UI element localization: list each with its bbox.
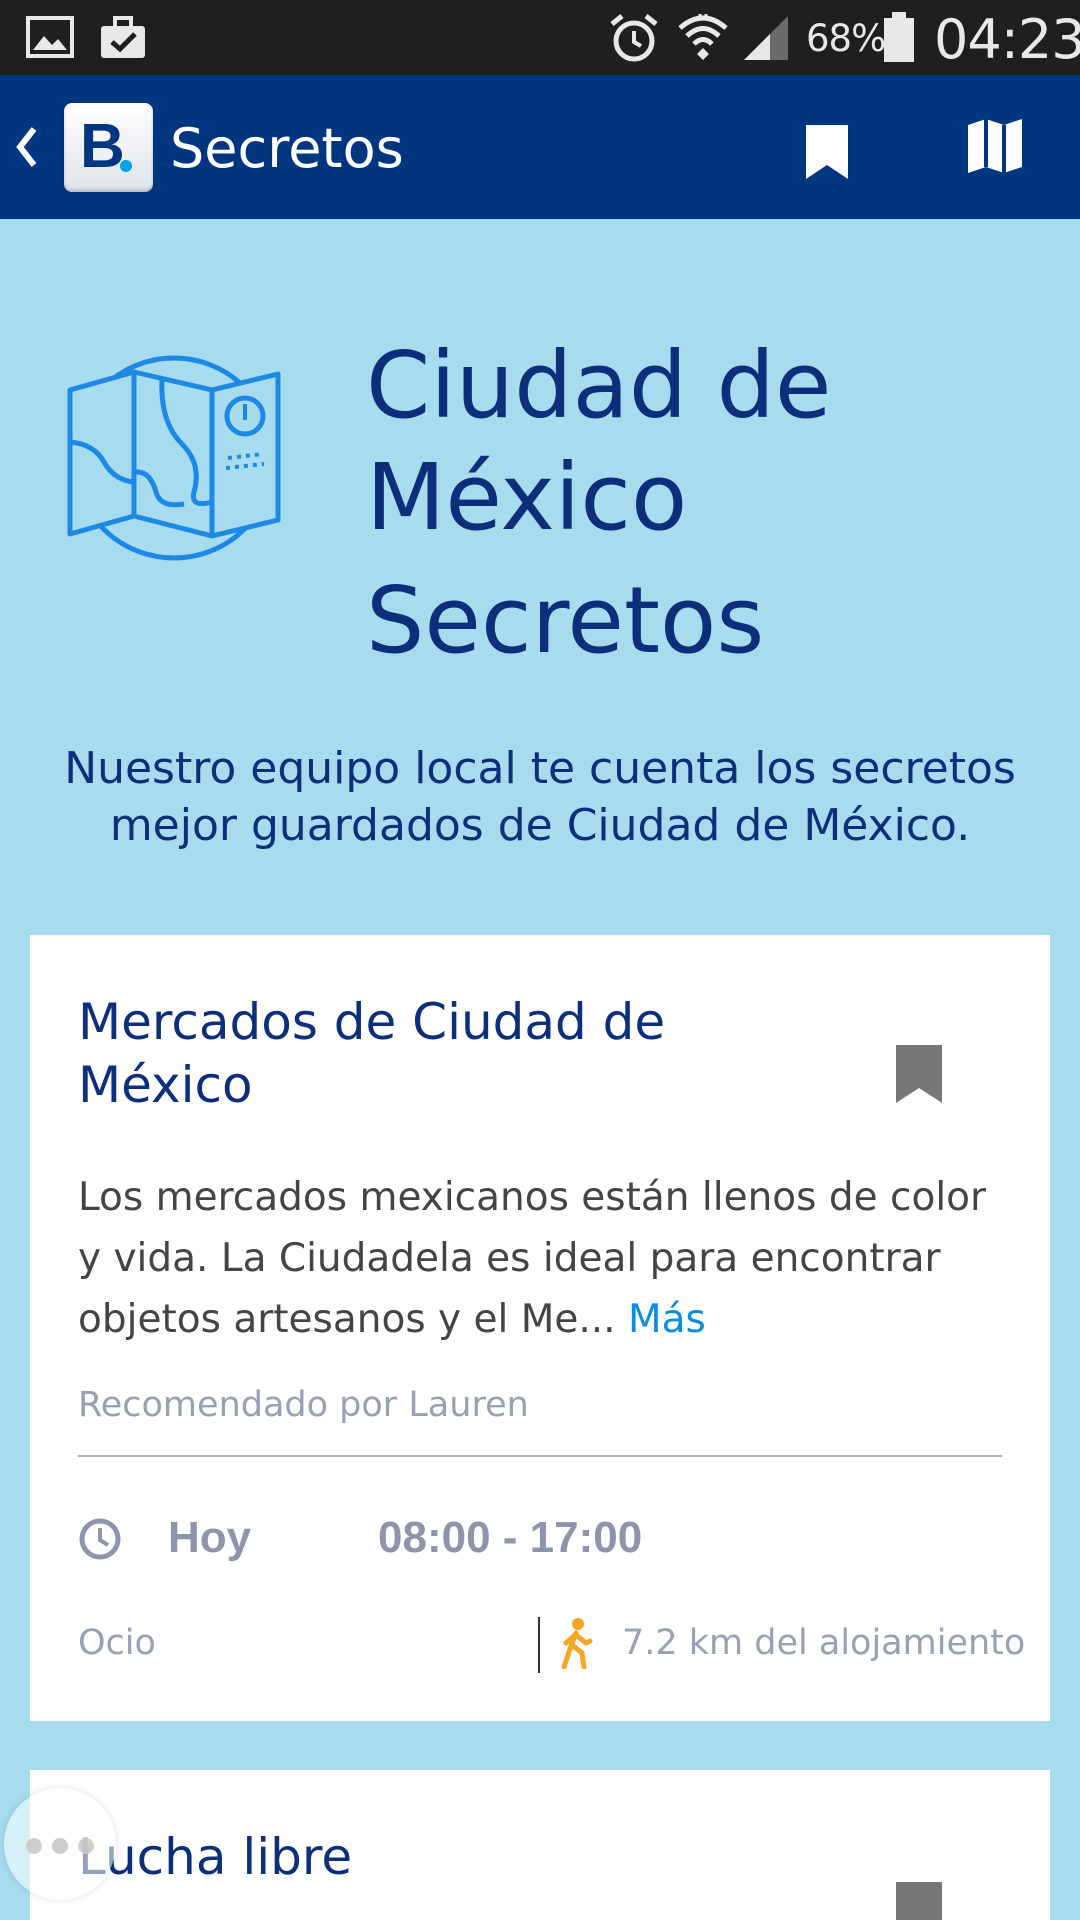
logo-dot: [120, 160, 132, 172]
opening-day: Hoy: [168, 1513, 252, 1562]
chat-dot: [26, 1838, 42, 1854]
status-bar: 68% 04:23: [0, 0, 1080, 75]
battery-icon: [884, 12, 914, 62]
city-title: Ciudad de México: [366, 330, 1046, 554]
card-title[interactable]: Mercados de Ciudad de México: [78, 991, 778, 1117]
app-bar: B Secretos: [0, 75, 1080, 219]
card-divider: [78, 1455, 1002, 1457]
gallery-icon: [26, 16, 74, 58]
map-icon[interactable]: [966, 117, 1024, 175]
floating-chat-bubble[interactable]: [4, 1788, 116, 1900]
bookmark-icon[interactable]: [804, 123, 850, 181]
briefcase-check-icon: [101, 16, 145, 58]
battery-percentage: 68%: [806, 17, 886, 60]
secret-card[interactable]: Mercados de Ciudad de México Los mercado…: [30, 935, 1050, 1721]
chat-dot: [78, 1838, 94, 1854]
city-title-line2: México: [366, 444, 688, 551]
signal-icon: [744, 16, 788, 60]
category-label: Ocio: [78, 1623, 156, 1663]
secret-card[interactable]: Lucha libre: [30, 1770, 1050, 1920]
alarm-icon: [610, 14, 658, 62]
page-title: Secretos: [170, 117, 404, 180]
distance-label: 7.2 km del alojamiento: [622, 1623, 1026, 1663]
wifi-icon: [678, 14, 728, 60]
logo-letter: B: [80, 112, 125, 181]
chevron-left-icon: [16, 127, 37, 167]
folded-map-illustration: [67, 355, 281, 561]
recommended-by: Recomendado por Lauren: [78, 1385, 529, 1425]
card-description-text: Los mercados mexicanos están llenos de c…: [78, 1175, 987, 1342]
walking-person-icon: [561, 1618, 593, 1669]
more-link[interactable]: Más: [628, 1297, 706, 1342]
booking-logo[interactable]: B: [64, 103, 153, 192]
card-description: Los mercados mexicanos están llenos de c…: [78, 1167, 1018, 1350]
city-title-line1: Ciudad de: [366, 332, 832, 439]
opening-hours: 08:00 - 17:00: [378, 1513, 643, 1562]
chat-dot: [52, 1838, 68, 1854]
hero-description: Nuestro equipo local te cuenta los secre…: [64, 743, 1016, 851]
card-bookmark-icon[interactable]: [894, 1880, 944, 1920]
card-bookmark-icon[interactable]: [894, 1043, 944, 1105]
back-button[interactable]: [12, 119, 42, 175]
card-title[interactable]: Lucha libre: [78, 1828, 352, 1886]
status-clock: 04:23: [934, 8, 1080, 71]
section-subtitle: Secretos: [366, 567, 765, 674]
clock-icon: [79, 1518, 121, 1560]
info-divider: [538, 1617, 540, 1673]
